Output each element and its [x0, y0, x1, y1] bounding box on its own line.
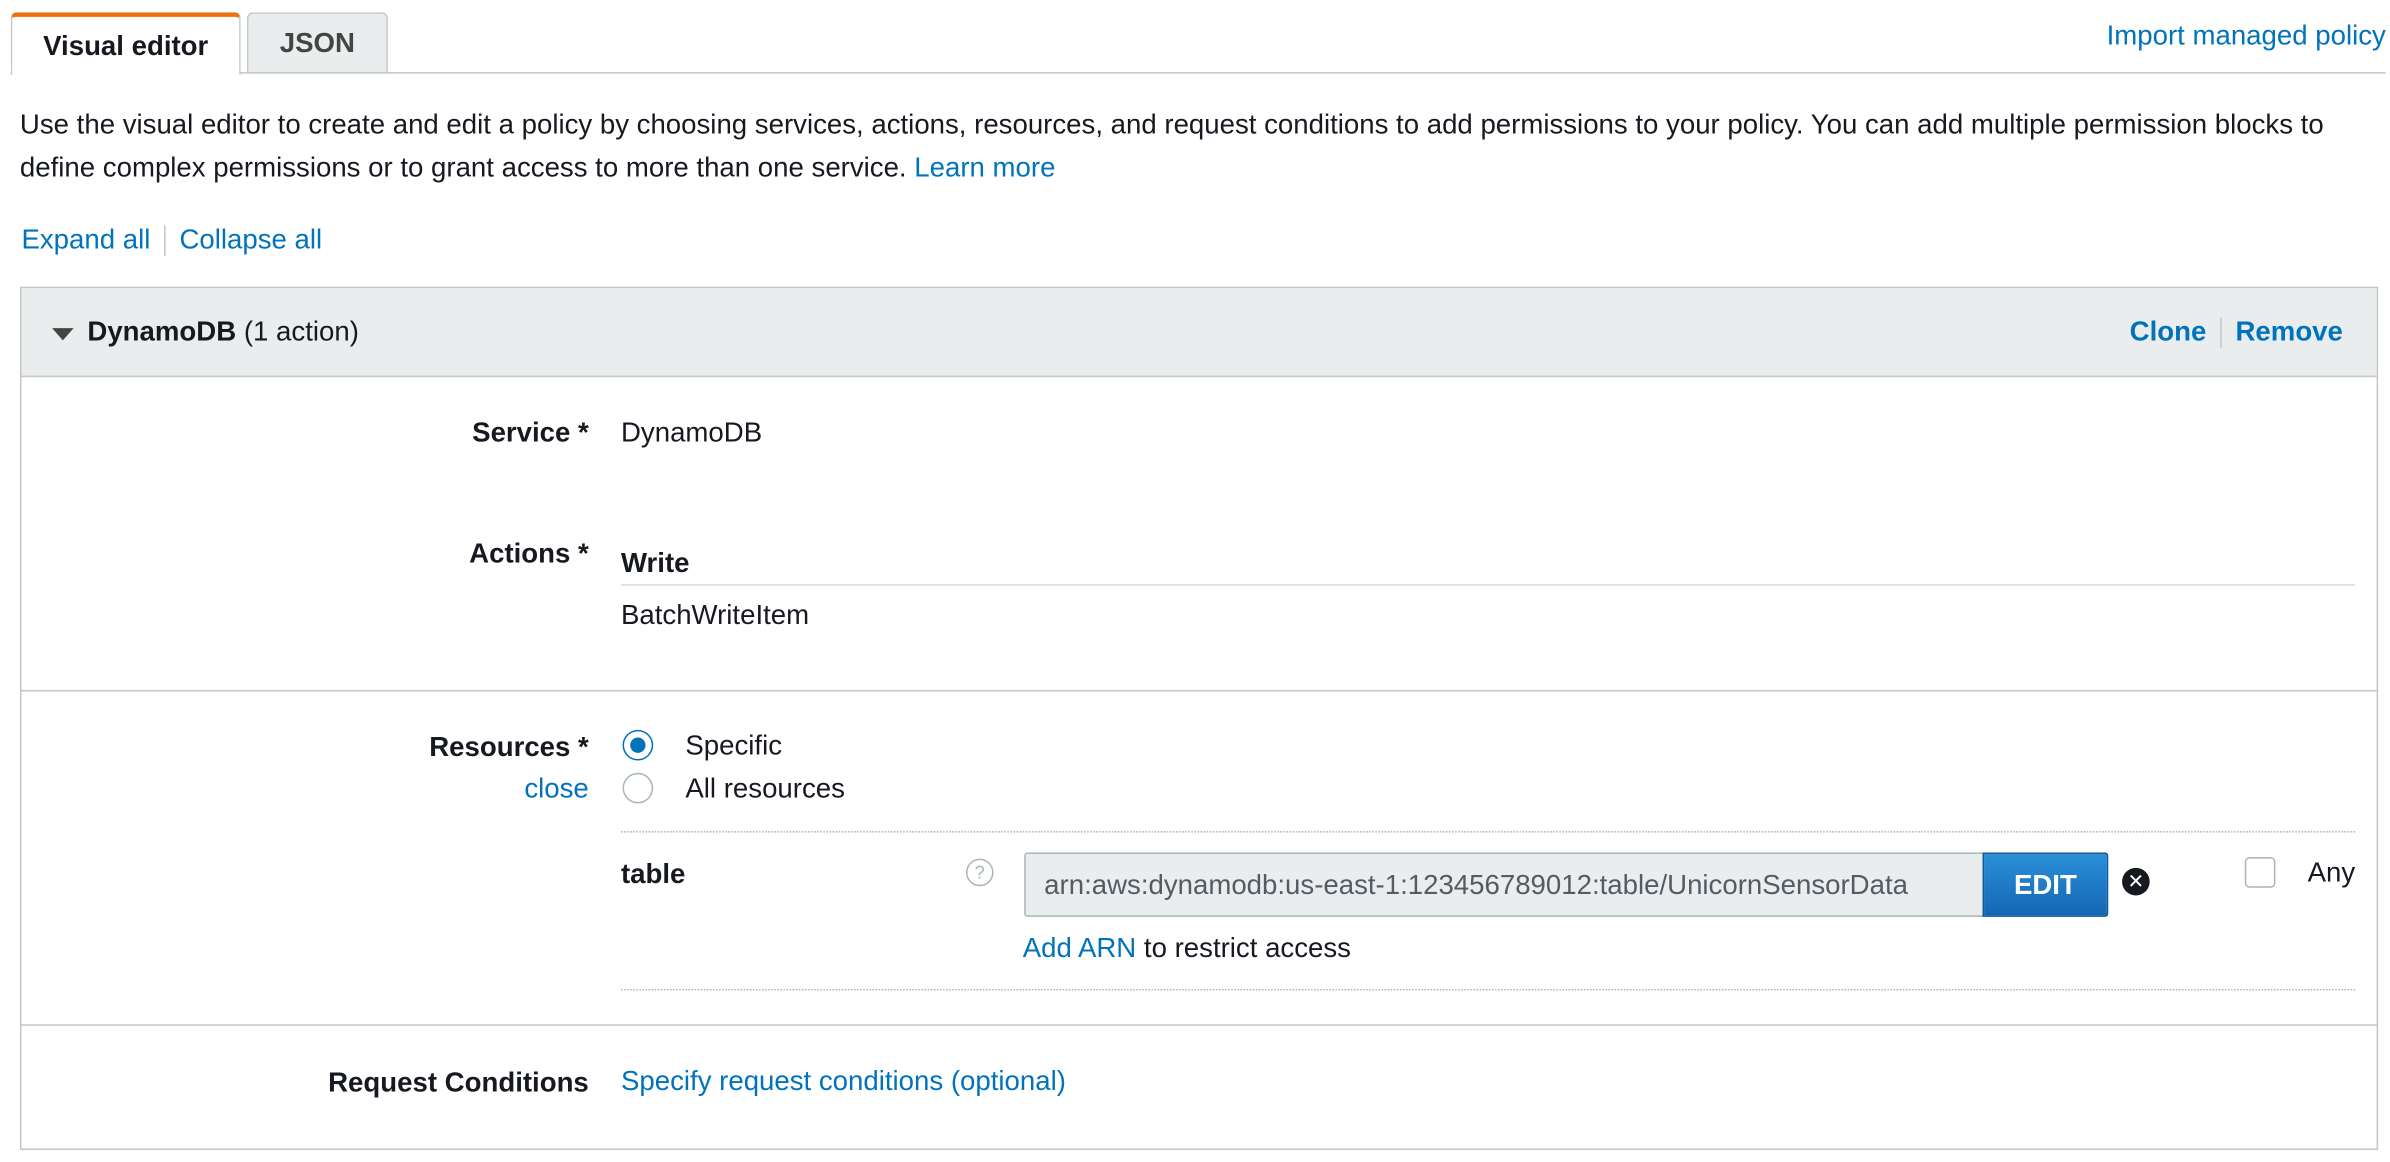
actions-label: Actions *: [469, 538, 589, 569]
tab-json[interactable]: JSON: [246, 12, 388, 74]
actions-group-heading: Write: [620, 547, 690, 579]
expand-collapse-controls: Expand all Collapse all: [21, 224, 322, 256]
separator: [164, 224, 166, 256]
permission-block: DynamoDB (1 action) Clone Remove Service…: [19, 286, 2379, 1150]
tab-visual-editor[interactable]: Visual editor: [10, 12, 241, 76]
help-icon[interactable]: ?: [965, 858, 994, 887]
clone-button[interactable]: Clone: [2130, 316, 2207, 348]
policy-editor: Visual editor JSON Import managed policy…: [0, 0, 2390, 1162]
request-conditions-label: Request Conditions: [328, 1067, 589, 1098]
add-arn-link[interactable]: Add ARN: [1023, 932, 1137, 963]
actions-group-divider: [620, 584, 2356, 586]
expand-all-link[interactable]: Expand all: [21, 224, 150, 256]
section-divider: [21, 689, 2377, 692]
editor-description: Use the visual editor to create and edit…: [20, 103, 2381, 189]
any-checkbox[interactable]: [2244, 857, 2276, 888]
learn-more-link[interactable]: Learn more: [914, 152, 1055, 183]
add-arn-suffix: to restrict access: [1136, 932, 1351, 963]
remove-button[interactable]: Remove: [2236, 316, 2343, 348]
resources-label: Resources *: [429, 731, 589, 763]
permission-block-header[interactable]: DynamoDB (1 action) Clone Remove: [21, 288, 2377, 378]
remove-arn-icon[interactable]: ✕: [2122, 867, 2150, 896]
section-divider: [21, 1024, 2377, 1026]
radio-specific-label: Specific: [685, 729, 783, 761]
import-managed-policy-link[interactable]: Import managed policy: [2107, 20, 2386, 52]
resource-type-label: table: [620, 858, 686, 890]
radio-specific[interactable]: [622, 729, 654, 761]
tabs-divider: [10, 72, 2386, 74]
block-service-name: DynamoDB: [87, 315, 237, 347]
editor-tabs: Visual editor JSON Import managed policy: [0, 0, 2390, 76]
collapse-all-link[interactable]: Collapse all: [179, 224, 322, 256]
add-arn-row: Add ARN to restrict access: [1023, 932, 1351, 964]
resource-divider-top: [620, 831, 2356, 833]
arn-field[interactable]: arn:aws:dynamodb:us-east-1:123456789012:…: [1024, 852, 1985, 917]
block-title: DynamoDB (1 action): [87, 316, 359, 348]
edit-arn-button[interactable]: EDIT: [1982, 852, 2109, 917]
resources-close-link[interactable]: close: [524, 773, 588, 805]
caret-down-icon[interactable]: [52, 328, 74, 341]
block-header-actions: Clone Remove: [2130, 316, 2343, 348]
any-label: Any: [2307, 857, 2356, 888]
separator: [2220, 316, 2222, 348]
service-label: Service *: [472, 417, 589, 448]
radio-all-resources-label: All resources: [685, 772, 845, 804]
radio-all-resources[interactable]: [622, 772, 654, 804]
description-text: Use the visual editor to create and edit…: [19, 108, 2324, 183]
block-action-count: (1 action): [243, 315, 359, 347]
action-item[interactable]: BatchWriteItem: [621, 600, 809, 632]
resource-divider-bottom: [620, 988, 2356, 991]
service-value[interactable]: DynamoDB: [621, 417, 762, 449]
specify-request-conditions-link[interactable]: Specify request conditions (optional): [621, 1066, 1066, 1098]
